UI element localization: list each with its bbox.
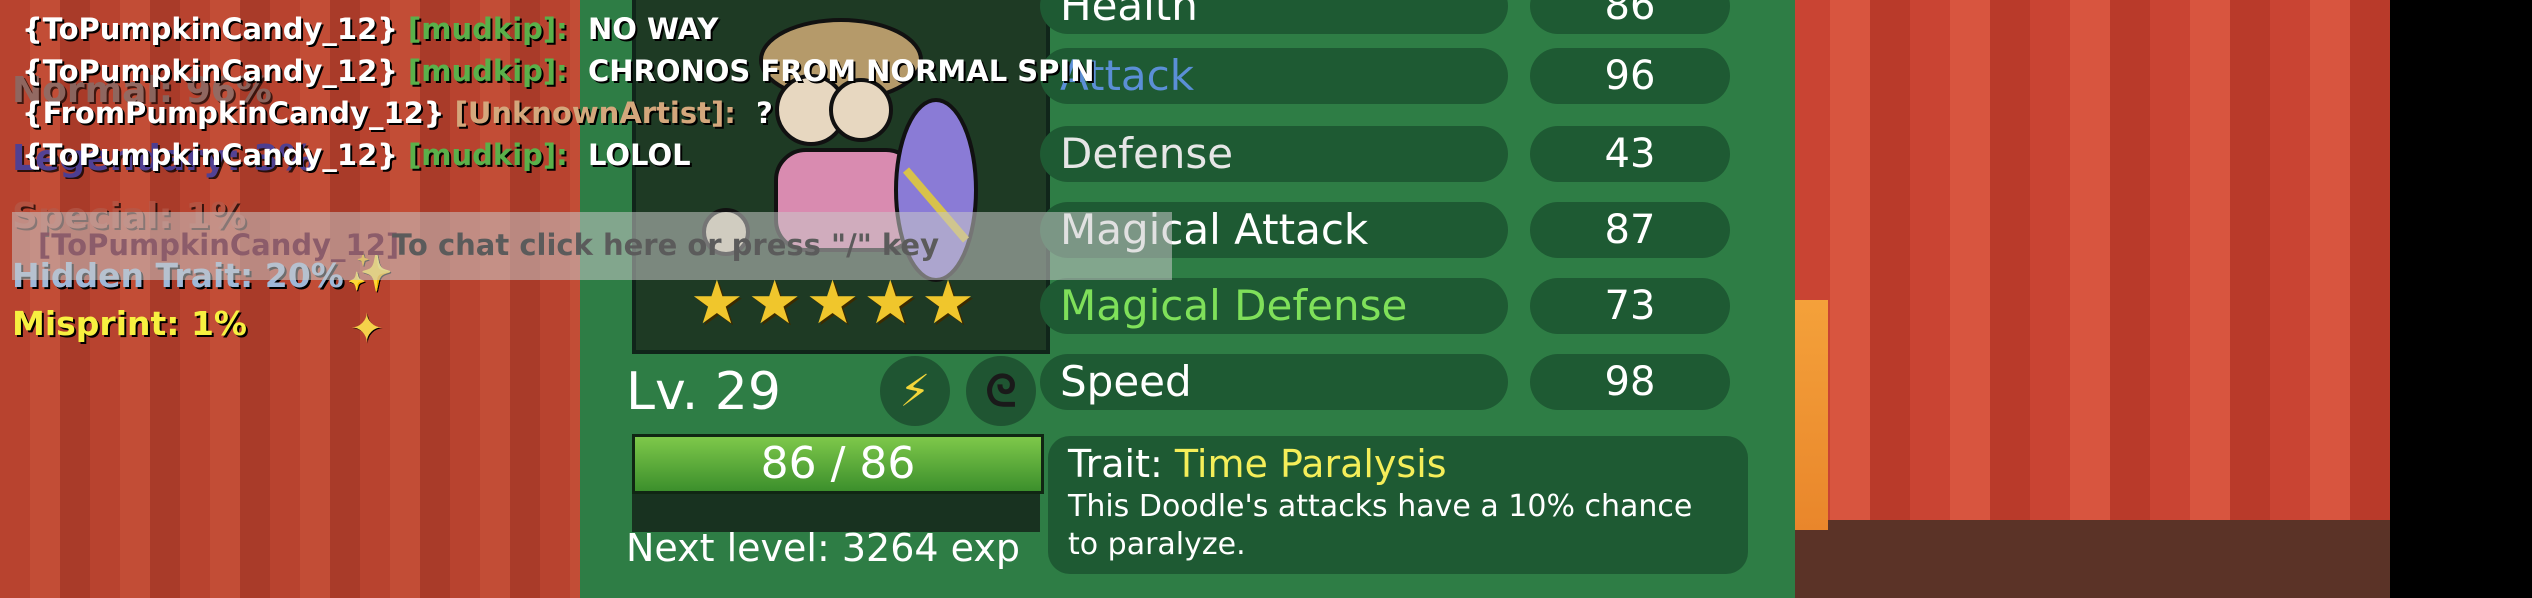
chat-input-placeholder[interactable]: To chat click here or press "/" key: [392, 228, 939, 262]
chat-text: NO WAY: [587, 12, 719, 46]
chat-message: {ToPumpkinCandy_12} [mudkip]: LOLOL: [22, 138, 691, 172]
sparkle-icon: ✦: [350, 306, 384, 352]
trait-prefix: Trait:: [1068, 442, 1163, 486]
trait-description-line2: to paralyze.: [1068, 527, 1246, 562]
stat-value-speed: 98: [1530, 354, 1730, 410]
stat-label-magical-defense: Magical Defense: [1040, 278, 1508, 334]
chat-name: [mudkip]:: [408, 12, 568, 46]
trait-description-line1: This Doodle's attacks have a 10% chance: [1068, 489, 1693, 524]
stat-value-attack: 96: [1530, 48, 1730, 104]
chat-text: ?: [756, 96, 773, 130]
rarity-misprint: Misprint: 1%: [12, 304, 247, 343]
chat-input-prefix: [ToPumpkinCandy_12]: [38, 228, 400, 262]
next-level-label: Next level: 3264 exp: [626, 526, 1020, 570]
trait-name: Time Paralysis: [1174, 442, 1447, 486]
background-curtain-right: [1790, 0, 2390, 598]
stat-value-health: 86: [1530, 0, 1730, 34]
chat-text: LOLOL: [587, 138, 691, 172]
chat-user: {ToPumpkinCandy_12}: [22, 138, 398, 172]
chat-message: {ToPumpkinCandy_12} [mudkip]: CHRONOS FR…: [22, 54, 1094, 88]
stat-label-attack: Attack: [1040, 48, 1508, 104]
spiral-icon: ᘓ: [966, 356, 1036, 426]
chat-message: {FromPumpkinCandy_12} [UnknownArtist]: ?: [22, 96, 773, 130]
chat-name: [UnknownArtist]:: [454, 96, 736, 130]
stat-label-health: Health: [1040, 0, 1508, 34]
stat-value-magical-defense: 73: [1530, 278, 1730, 334]
chat-name: [mudkip]:: [408, 54, 568, 88]
chat-name: [mudkip]:: [408, 138, 568, 172]
stat-label-defense: Defense: [1040, 126, 1508, 182]
trait-box: Trait: Time Paralysis This Doodle's atta…: [1048, 436, 1748, 574]
level-label: Lv. 29: [626, 362, 781, 422]
chat-text: CHRONOS FROM NORMAL SPIN: [587, 54, 1095, 88]
stat-label-speed: Speed: [1040, 354, 1508, 410]
stat-value-magical-attack: 87: [1530, 202, 1730, 258]
stat-value-defense: 43: [1530, 126, 1730, 182]
screen-edge: [2390, 0, 2532, 598]
chat-message: {ToPumpkinCandy_12} [mudkip]: NO WAY: [22, 12, 718, 46]
trait-heading: Trait: Time Paralysis: [1068, 440, 1728, 488]
chat-user: {FromPumpkinCandy_12}: [22, 96, 445, 130]
chat-user: {ToPumpkinCandy_12}: [22, 54, 398, 88]
chat-user: {ToPumpkinCandy_12}: [22, 12, 398, 46]
chat-input-bar[interactable]: [ToPumpkinCandy_12] To chat click here o…: [12, 212, 1172, 280]
background-floor: [1750, 520, 2390, 598]
lightning-icon: ⚡: [880, 356, 950, 426]
hp-bar: 86 / 86: [632, 434, 1044, 494]
hp-text: 86 / 86: [760, 438, 916, 489]
